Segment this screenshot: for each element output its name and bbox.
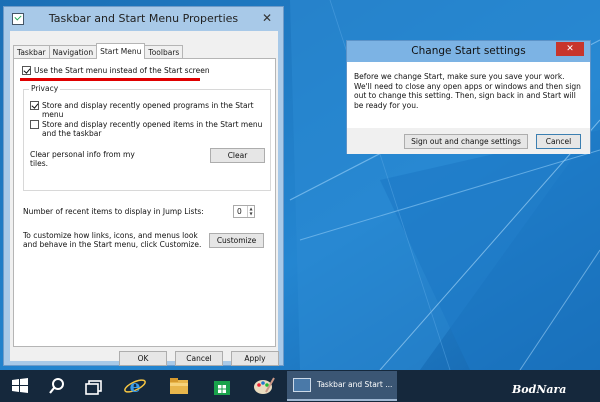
window-client: Taskbar Navigation Start Menu Toolbars U… [10, 31, 279, 366]
use-start-menu-label: Use the Start menu instead of the Start … [34, 66, 210, 75]
spinner-arrows-icon[interactable]: ▲ ▼ [247, 206, 254, 217]
file-explorer-icon[interactable] [165, 372, 193, 400]
store-icon[interactable] [208, 372, 236, 400]
store-items-label: Store and display recently opened items … [42, 120, 263, 138]
internet-explorer-icon[interactable]: e [121, 372, 149, 400]
windows-logo-icon[interactable] [6, 372, 34, 400]
privacy-legend: Privacy [29, 84, 61, 93]
change-start-dialog: Change Start settings ✕ Before we change… [346, 40, 591, 154]
clear-info-label: Clear personal info from my tiles. [30, 150, 135, 168]
svg-text:e: e [130, 377, 141, 397]
search-icon[interactable] [43, 372, 71, 400]
taskbar-properties-window: Taskbar and Start Menu Properties ✕ Task… [3, 6, 284, 366]
tab-start-menu[interactable]: Start Menu [96, 43, 146, 59]
dialog-message: Before we change Start, make sure you sa… [354, 72, 581, 110]
clear-button[interactable]: Clear [210, 148, 265, 163]
tab-strip: Taskbar Navigation Start Menu Toolbars [13, 43, 184, 59]
taskbar: e Taskbar and Start ... [0, 370, 600, 402]
title-bar[interactable]: Taskbar and Start Menu Properties ✕ [4, 7, 283, 31]
tab-toolbars[interactable]: Toolbars [144, 45, 184, 59]
customize-description: To customize how links, icons, and menus… [23, 231, 202, 249]
apply-button[interactable]: Apply [231, 351, 279, 366]
sign-out-button[interactable]: Sign out and change settings [404, 134, 528, 149]
jump-lists-spinner[interactable]: 0 ▲ ▼ [233, 205, 255, 218]
dialog-cancel-button[interactable]: Cancel [536, 134, 581, 149]
paint-icon[interactable] [250, 372, 278, 400]
start-menu-tab-panel: Use the Start menu instead of the Start … [13, 58, 276, 347]
dialog-body: Before we change Start, make sure you sa… [347, 62, 590, 154]
tab-navigation[interactable]: Navigation [48, 45, 98, 59]
customize-button[interactable]: Customize [209, 233, 264, 248]
task-view-icon[interactable] [80, 372, 108, 400]
tab-taskbar[interactable]: Taskbar [13, 45, 50, 59]
dialog-footer: Sign out and change settings Cancel [347, 128, 590, 154]
dialog-title: Change Start settings [411, 45, 526, 57]
window-title: Taskbar and Start Menu Properties [48, 12, 239, 25]
jump-lists-value: 0 [237, 207, 242, 216]
active-window-label: Taskbar and Start ... [317, 380, 393, 389]
store-programs-label: Store and display recently opened progra… [42, 101, 254, 119]
privacy-group: Privacy Store and display recently opene… [23, 84, 271, 191]
jump-lists-label: Number of recent items to display in Jum… [23, 207, 204, 216]
close-button[interactable]: ✕ [259, 10, 275, 26]
dialog-close-button[interactable]: ✕ [556, 42, 584, 56]
store-programs-checkbox[interactable] [30, 101, 39, 110]
taskbar-active-window-button[interactable]: Taskbar and Start ... [287, 371, 397, 401]
cancel-button[interactable]: Cancel [175, 351, 223, 366]
use-start-menu-checkbox[interactable] [22, 66, 31, 75]
store-items-checkbox[interactable] [30, 120, 39, 129]
red-underline-annotation [20, 78, 200, 81]
ok-button[interactable]: OK [119, 351, 167, 366]
watermark: BodNara [512, 383, 567, 396]
taskbar-properties-icon [293, 378, 311, 392]
